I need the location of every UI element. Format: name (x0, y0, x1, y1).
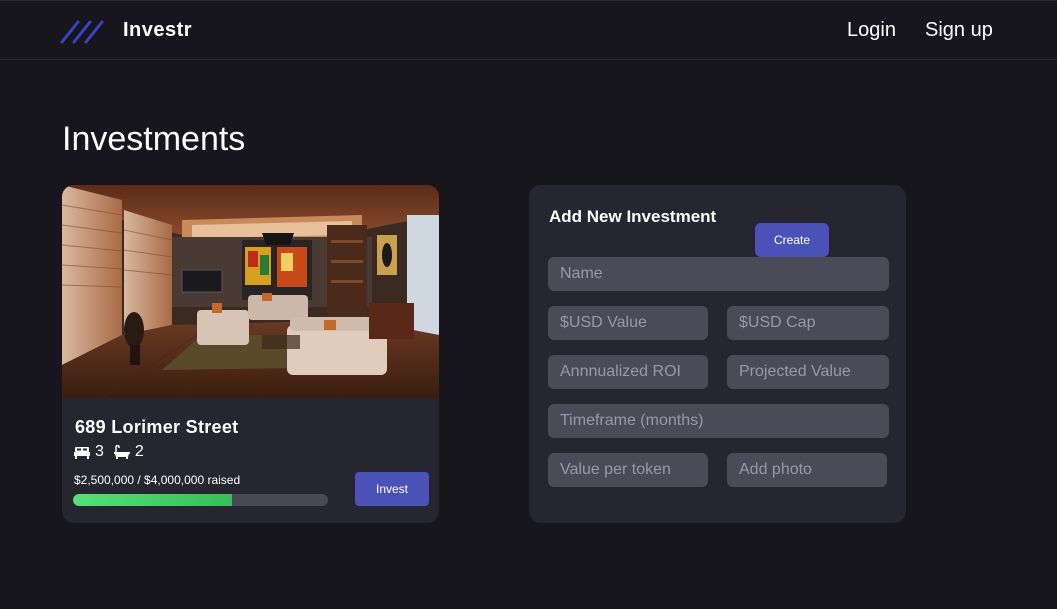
usd-value-field[interactable] (548, 306, 708, 340)
login-link[interactable]: Login (847, 19, 896, 42)
funding-progress-fill (73, 494, 233, 506)
property-features: 3 2 (74, 442, 154, 462)
property-card[interactable]: 689 Lorimer Street 3 2 $2,500,000 / $4,0… (62, 185, 439, 523)
raised-amount: $2,500,000 / $4,000,000 raised (74, 473, 241, 487)
living-room-photo (62, 185, 439, 398)
signup-link[interactable]: Sign up (925, 19, 993, 42)
logo-icon[interactable] (60, 20, 108, 44)
invest-button[interactable]: Invest (355, 472, 429, 506)
bath-icon (113, 445, 130, 459)
create-button[interactable]: Create (755, 223, 829, 257)
beds-count: 3 (95, 443, 104, 460)
usd-cap-field[interactable] (727, 306, 889, 340)
bed-icon (74, 447, 90, 459)
add-investment-form: Add New Investment Create Add photo (529, 185, 906, 523)
name-field[interactable] (548, 257, 889, 291)
baths-count: 2 (134, 443, 144, 460)
brand-name[interactable]: Investr (123, 19, 192, 42)
form-title: Add New Investment (549, 207, 717, 226)
roi-field[interactable] (548, 355, 708, 389)
funding-progress-bar (73, 494, 328, 506)
property-name: 689 Lorimer Street (75, 417, 239, 437)
token-value-field[interactable] (548, 453, 708, 487)
timeframe-field[interactable] (548, 404, 889, 438)
add-photo-button[interactable]: Add photo (727, 453, 887, 487)
page-title: Investments (62, 120, 246, 158)
navbar: Investr Login Sign up (0, 0, 1057, 60)
projected-value-field[interactable] (727, 355, 889, 389)
